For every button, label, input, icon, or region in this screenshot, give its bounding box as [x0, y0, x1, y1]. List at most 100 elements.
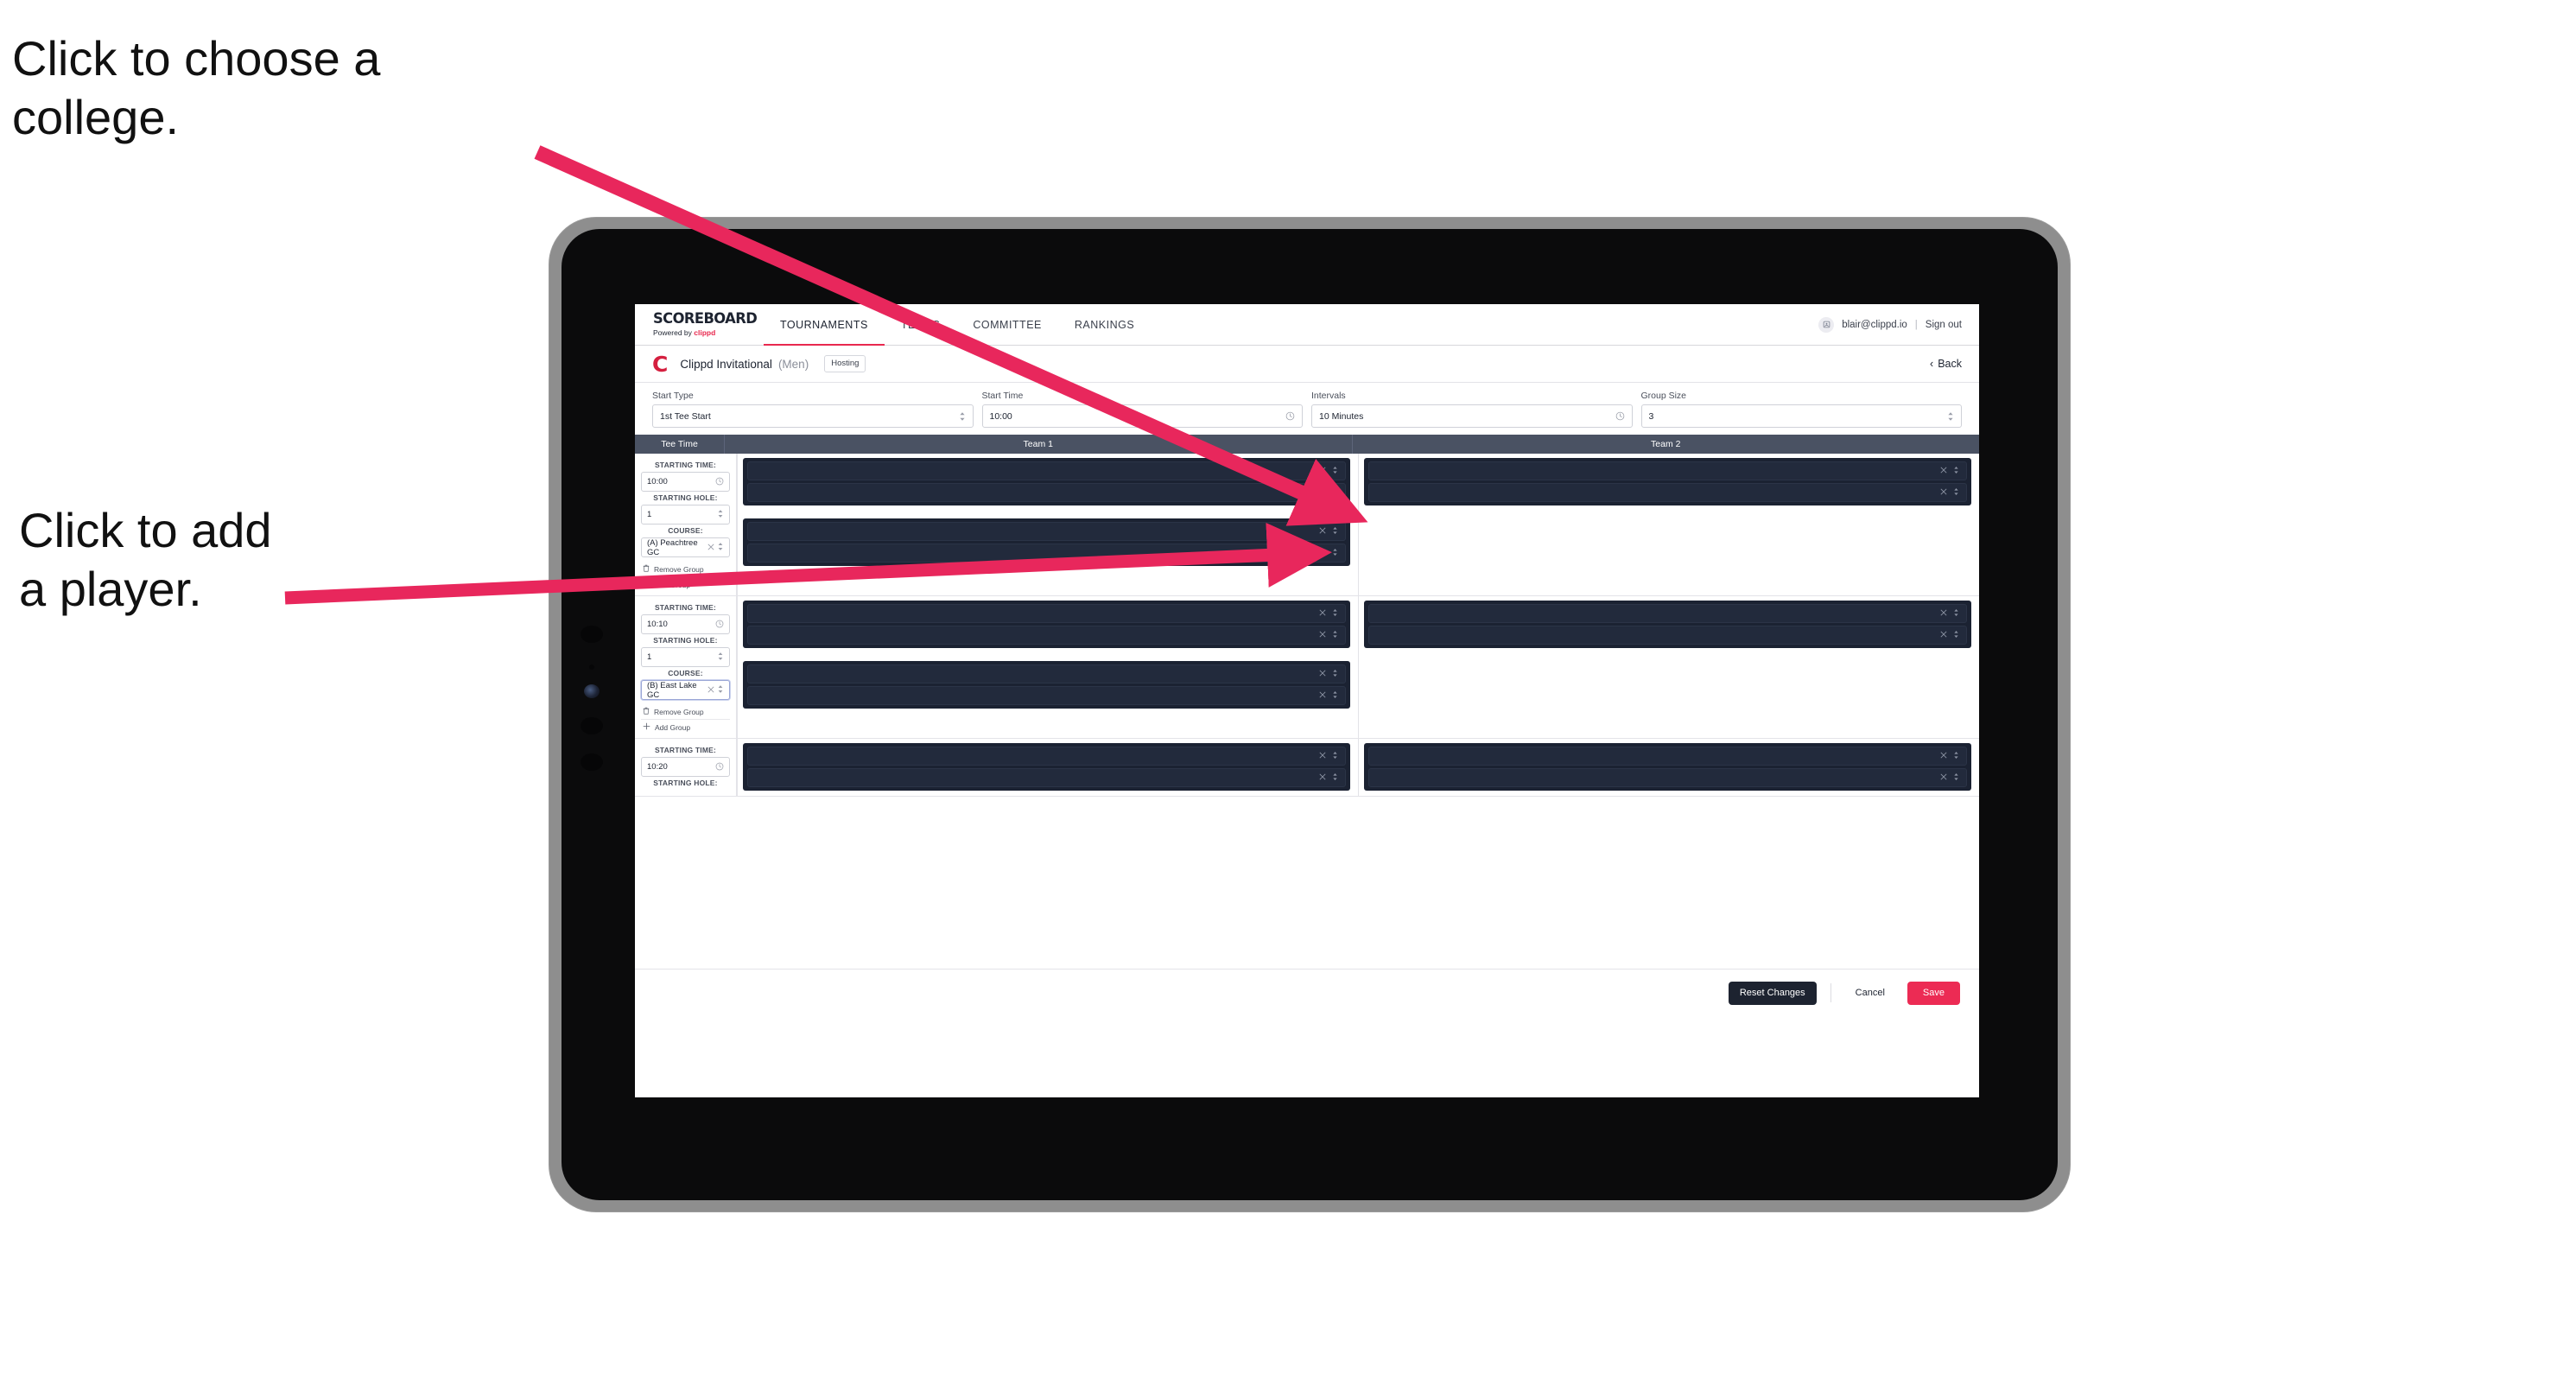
- chevron-updown-icon: [1953, 608, 1959, 619]
- camera-lens-icon: [584, 684, 600, 698]
- tee-sheet-settings-row: Start Type 1st Tee Start Start Time 10:0…: [635, 383, 1979, 435]
- x-icon[interactable]: [1940, 772, 1947, 783]
- player-select[interactable]: [1368, 747, 1967, 766]
- group-2-add-group-button[interactable]: Add Group: [641, 720, 730, 734]
- chevron-updown-icon: [1332, 690, 1338, 701]
- start-type-select[interactable]: 1st Tee Start: [652, 404, 974, 428]
- x-icon[interactable]: [707, 685, 714, 695]
- x-icon[interactable]: [1940, 466, 1947, 476]
- user-square-icon[interactable]: [1818, 316, 1835, 333]
- sign-out-link[interactable]: Sign out: [1926, 320, 1962, 330]
- player-select[interactable]: [1368, 483, 1967, 502]
- group-1-starting-time-input[interactable]: 10:00: [641, 472, 730, 492]
- group-2-starting-time-value: 10:10: [647, 620, 668, 629]
- nav-tab-rankings[interactable]: RANKINGS: [1058, 304, 1151, 345]
- chevron-updown-icon: [717, 684, 724, 696]
- user-email: blair@clippd.io: [1842, 319, 1907, 330]
- x-icon[interactable]: [1319, 466, 1326, 476]
- annotation-choose-college: Click to choose a college.: [12, 31, 381, 145]
- x-icon[interactable]: [1319, 548, 1326, 558]
- group-2-team-2-cell: [1358, 596, 1979, 738]
- x-icon[interactable]: [1319, 772, 1326, 783]
- nav-tab-list: TOURNAMENTS TEAMS COMMITTEE RANKINGS: [764, 304, 1151, 346]
- intervals-input[interactable]: 10 Minutes: [1311, 404, 1633, 428]
- camera-module-top-icon: [581, 626, 603, 643]
- plus-icon: [643, 722, 650, 732]
- group-3-starting-time-input[interactable]: 10:20: [641, 757, 730, 777]
- status-badge: Hosting: [824, 355, 866, 372]
- player-select[interactable]: [747, 626, 1346, 645]
- clippd-c-logo-icon: C: [652, 351, 669, 377]
- group-3-team-2-cell: [1358, 739, 1979, 796]
- table-row: STARTING TIME: 10:00 STARTING HOLE: 1 CO…: [635, 454, 1979, 596]
- x-icon[interactable]: [1940, 751, 1947, 761]
- group-2-team-1-cell: [737, 596, 1358, 738]
- player-select[interactable]: [747, 483, 1346, 502]
- start-time-value: 10:00: [989, 410, 1012, 422]
- player-select[interactable]: [1368, 626, 1967, 645]
- column-header-team-1: Team 1: [724, 435, 1352, 454]
- player-select[interactable]: [747, 747, 1346, 766]
- brand-tagline-prefix: Powered by: [653, 328, 695, 338]
- x-icon[interactable]: [707, 543, 714, 552]
- group-size-stepper[interactable]: 3: [1640, 404, 1962, 428]
- start-time-input[interactable]: 10:00: [981, 404, 1303, 428]
- x-icon[interactable]: [1940, 487, 1947, 498]
- player-select[interactable]: [747, 686, 1346, 705]
- x-icon[interactable]: [1319, 630, 1326, 640]
- reset-changes-button[interactable]: Reset Changes: [1728, 981, 1817, 1005]
- player-select[interactable]: [747, 664, 1346, 683]
- group-2-course-value: (B) East Lake GC: [647, 680, 697, 700]
- camera-module-mid-icon: [581, 717, 603, 734]
- chevron-updown-icon: [1332, 630, 1338, 640]
- starting-time-label: STARTING TIME:: [654, 746, 717, 754]
- group-3-team-1-cell: [737, 739, 1358, 796]
- group-1-starting-hole-stepper[interactable]: 1: [641, 505, 730, 525]
- cancel-button[interactable]: Cancel: [1845, 981, 1895, 1005]
- group-2-add-group-label: Add Group: [655, 722, 691, 732]
- table-row: STARTING TIME: 10:20 STARTING HOLE:: [635, 739, 1979, 797]
- x-icon[interactable]: [1319, 608, 1326, 619]
- player-select[interactable]: [747, 604, 1346, 623]
- x-icon[interactable]: [1319, 669, 1326, 679]
- chevron-updown-icon: [1332, 466, 1338, 476]
- player-select[interactable]: [1368, 768, 1967, 787]
- x-icon[interactable]: [1940, 608, 1947, 619]
- x-icon[interactable]: [1940, 630, 1947, 640]
- group-1-starting-hole-value: 1: [647, 510, 652, 519]
- nav-tab-teams[interactable]: TEAMS: [885, 304, 957, 345]
- save-button[interactable]: Save: [1907, 981, 1960, 1005]
- group-1-course-select[interactable]: (A) Peachtree GC: [641, 537, 730, 557]
- field-start-time-label: Start Time: [981, 391, 1024, 401]
- nav-tab-tournaments[interactable]: TOURNAMENTS: [764, 304, 885, 346]
- course-label: COURSE:: [668, 669, 703, 677]
- x-icon[interactable]: [1319, 526, 1326, 537]
- player-select[interactable]: [747, 544, 1346, 563]
- group-2-remove-group-button[interactable]: Remove Group: [641, 704, 730, 720]
- starting-time-label: STARTING TIME:: [654, 461, 717, 469]
- chevron-updown-icon: [1332, 669, 1338, 679]
- group-1-remove-group-button[interactable]: Remove Group: [641, 562, 730, 577]
- group-2-course-select[interactable]: (B) East Lake GC: [641, 680, 730, 700]
- group-2-starting-time-input[interactable]: 10:10: [641, 614, 730, 634]
- player-select[interactable]: [747, 522, 1346, 541]
- back-button[interactable]: ‹ Back: [1930, 358, 1962, 370]
- player-select[interactable]: [1368, 604, 1967, 623]
- player-select[interactable]: [1368, 461, 1967, 480]
- x-icon[interactable]: [1319, 487, 1326, 498]
- x-icon[interactable]: [1319, 690, 1326, 701]
- brand-logo[interactable]: SCOREBOARD Powered by clippd: [635, 304, 758, 345]
- player-select[interactable]: [747, 768, 1346, 787]
- group-2-starting-hole-stepper[interactable]: 1: [641, 647, 730, 667]
- group-1-course-value: (A) Peachtree GC: [647, 537, 698, 557]
- group-1-add-group-label: Add Group: [655, 580, 691, 589]
- player-select[interactable]: [747, 461, 1346, 480]
- x-icon[interactable]: [1319, 751, 1326, 761]
- group-1-team-2-cell: [1358, 454, 1979, 595]
- tee-sheet-table-body[interactable]: STARTING TIME: 10:00 STARTING HOLE: 1 CO…: [635, 454, 1979, 970]
- nav-tab-committee[interactable]: COMMITTEE: [956, 304, 1058, 345]
- group-1-add-group-button[interactable]: Add Group: [641, 577, 730, 592]
- chevron-updown-icon: [1953, 772, 1959, 783]
- field-intervals-label: Intervals: [1311, 391, 1346, 401]
- field-group-size: Group Size 3: [1640, 391, 1962, 428]
